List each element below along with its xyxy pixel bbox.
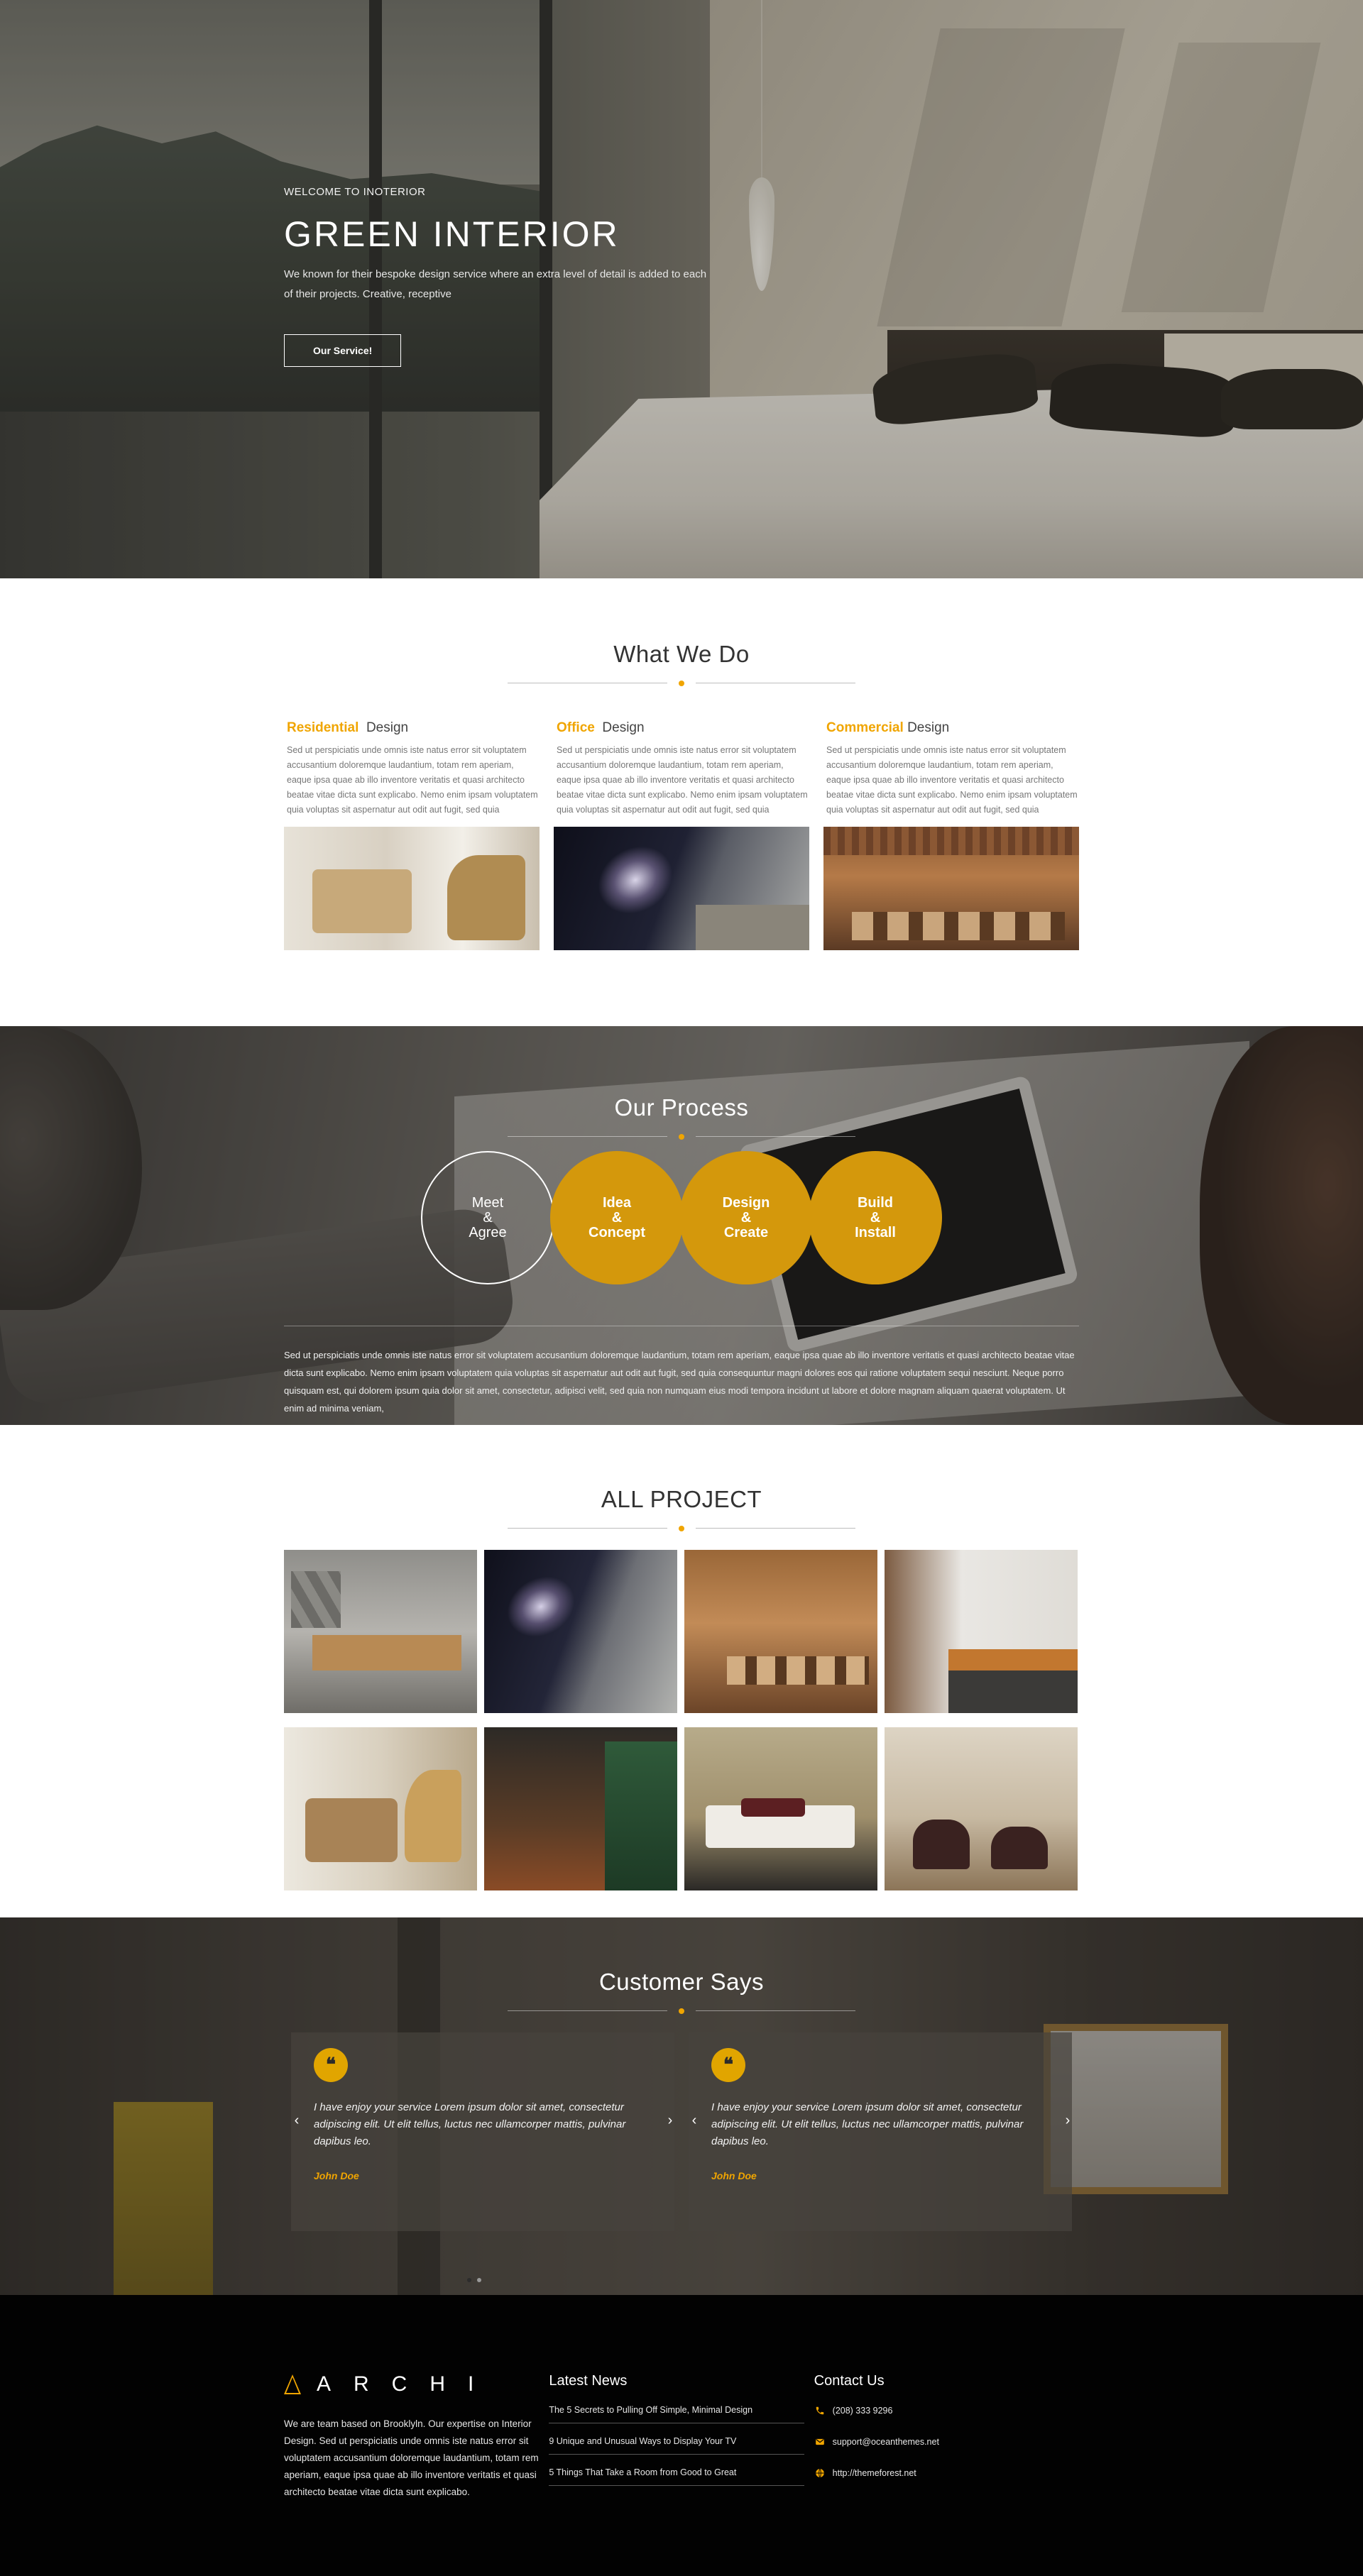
footer-contact-title: Contact Us: [814, 2373, 885, 2389]
chevron-left-icon[interactable]: ‹: [687, 2113, 701, 2128]
testimonials-title: Customer Says: [598, 1969, 765, 1995]
process-section: Our Process Meet & Agree Idea & Concept …: [0, 1026, 1363, 1425]
quote-icon: ❝: [314, 2048, 348, 2082]
process-step-build[interactable]: Build & Install: [809, 1151, 942, 1284]
commercial-image: [823, 827, 1079, 950]
carousel-dot[interactable]: [477, 2278, 481, 2282]
projects-section: ALL PROJECT: [0, 1425, 1363, 1917]
testimonial-text: I have enjoy your service Lorem ipsum do…: [711, 2101, 1024, 2147]
carousel-dots: [467, 2278, 481, 2282]
project-thumbnail[interactable]: [284, 1727, 477, 1890]
what-we-do-section: What We Do Residential Design Sed ut per…: [0, 578, 1363, 1026]
footer-contact: Contact Us (208) 333 9296 support@oceant…: [814, 2373, 1079, 2501]
footer-news-title: Latest News: [549, 2373, 628, 2389]
news-link[interactable]: The 5 Secrets to Pulling Off Simple, Min…: [549, 2405, 805, 2423]
service-title: Residential Design: [287, 720, 409, 735]
globe-icon: [814, 2467, 826, 2479]
project-thumbnail[interactable]: [484, 1550, 677, 1713]
footer-about-text: We are team based on Brooklyln. Our expe…: [284, 2418, 539, 2497]
service-title: Office Design: [557, 720, 645, 735]
projects-title: ALL PROJECT: [601, 1486, 762, 1512]
hero-content: WELCOME TO INOTERIOR GREEN INTERIOR We k…: [284, 186, 724, 367]
quote-icon: ❝: [711, 2048, 745, 2082]
phone-icon: [814, 2405, 826, 2416]
project-thumbnail[interactable]: [684, 1727, 877, 1890]
service-title: Commercial Design: [826, 720, 950, 735]
carousel-dot[interactable]: [467, 2278, 471, 2282]
service-text: Sed ut perspiciatis unde omnis iste natu…: [557, 745, 808, 815]
news-link[interactable]: 9 Unique and Unusual Ways to Display You…: [549, 2436, 805, 2455]
contact-phone: (208) 333 9296: [814, 2405, 1079, 2416]
process-step-meet[interactable]: Meet & Agree: [421, 1151, 554, 1284]
footer-news: Latest News The 5 Secrets to Pulling Off…: [549, 2373, 814, 2501]
footer-about: ARCHI We are team based on Brooklyln. Ou…: [284, 2372, 549, 2501]
testimonial-text: I have enjoy your service Lorem ipsum do…: [314, 2101, 626, 2147]
testimonial-card: ❝ I have enjoy your service Lorem ipsum …: [291, 2032, 674, 2231]
project-thumbnail[interactable]: [684, 1550, 877, 1713]
testimonials-section: Customer Says ❝ I have enjoy your servic…: [0, 1917, 1363, 2295]
section-divider: [508, 2005, 855, 2017]
process-title: Our Process: [614, 1094, 749, 1121]
project-thumbnail[interactable]: [284, 1550, 477, 1713]
logo[interactable]: ARCHI: [284, 2372, 549, 2396]
what-we-do-title: What We Do: [613, 641, 750, 667]
news-link[interactable]: 5 Things That Take a Room from Good to G…: [549, 2467, 805, 2486]
chevron-left-icon[interactable]: ‹: [290, 2113, 304, 2128]
process-step-idea[interactable]: Idea & Concept: [550, 1151, 684, 1284]
envelope-icon: [814, 2436, 826, 2448]
footer: ARCHI We are team based on Brooklyln. Ou…: [0, 2295, 1363, 2576]
contact-email: support@oceanthemes.net: [814, 2436, 1079, 2448]
project-thumbnail[interactable]: [484, 1727, 677, 1890]
chevron-right-icon[interactable]: ›: [663, 2113, 677, 2128]
process-steps: Meet & Agree Idea & Concept Design & Cre…: [398, 1151, 965, 1284]
section-divider: [508, 1523, 855, 1534]
chevron-right-icon[interactable]: ›: [1061, 2113, 1075, 2128]
contact-text[interactable]: http://themeforest.net: [833, 2468, 916, 2478]
testimonial-author: John Doe: [711, 2170, 757, 2181]
contact-text[interactable]: support@oceanthemes.net: [833, 2437, 939, 2447]
contact-website: http://themeforest.net: [814, 2467, 1079, 2479]
process-step-design[interactable]: Design & Create: [679, 1151, 813, 1284]
office-image: [554, 827, 809, 950]
residential-image: [284, 827, 540, 950]
project-thumbnail[interactable]: [885, 1727, 1078, 1890]
process-text: Sed ut perspiciatis unde omnis iste natu…: [284, 1350, 1075, 1414]
service-text: Sed ut perspiciatis unde omnis iste natu…: [287, 745, 538, 815]
service-office: Office Design Sed ut perspiciatis unde o…: [554, 720, 809, 950]
hero-section: WELCOME TO INOTERIOR GREEN INTERIOR We k…: [0, 0, 1363, 578]
service-commercial: Commercial Design Sed ut perspiciatis un…: [823, 720, 1079, 950]
our-service-button[interactable]: Our Service!: [284, 334, 402, 367]
hero-description: We known for their bespoke design servic…: [284, 268, 707, 300]
contact-text: (208) 333 9296: [832, 2406, 893, 2416]
hero-eyebrow: WELCOME TO INOTERIOR: [284, 186, 426, 198]
project-gallery: [284, 1550, 1079, 1890]
testimonial-card: ❝ I have enjoy your service Lorem ipsum …: [689, 2032, 1072, 2231]
service-residential: Residential Design Sed ut perspiciatis u…: [284, 720, 540, 950]
project-thumbnail[interactable]: [885, 1550, 1078, 1713]
testimonial-author: John Doe: [314, 2170, 359, 2181]
section-divider: [508, 678, 855, 689]
hero-title: GREEN INTERIOR: [284, 214, 620, 254]
section-divider: [508, 1131, 855, 1143]
service-text: Sed ut perspiciatis unde omnis iste natu…: [826, 745, 1078, 815]
logo-text: ARCHI: [317, 2372, 497, 2396]
logo-triangle-icon: [284, 2374, 301, 2394]
